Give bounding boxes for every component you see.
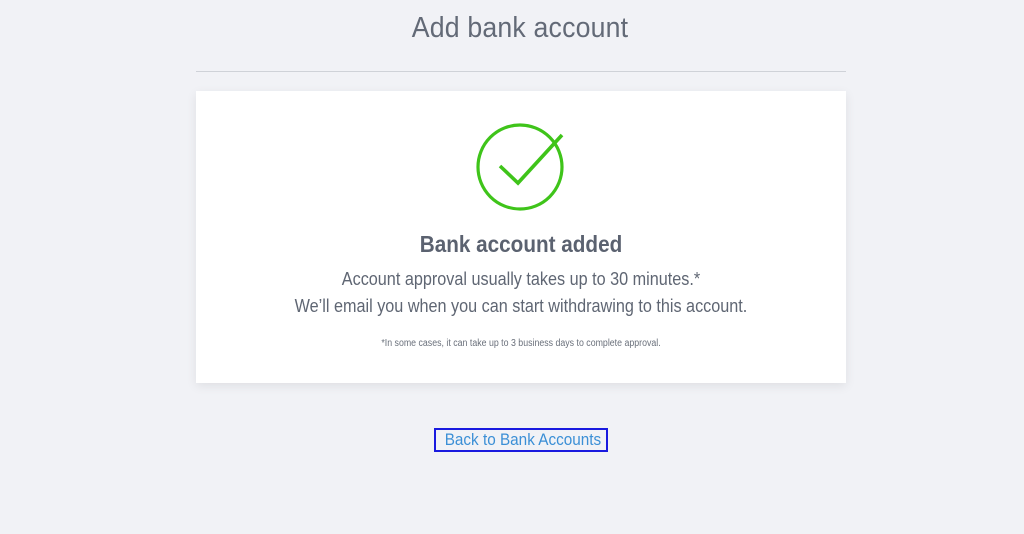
- back-link-label: Back to Bank Accounts: [444, 430, 602, 449]
- success-heading: Bank account added: [419, 231, 623, 257]
- page-title: Add bank account: [411, 12, 629, 44]
- email-notice-text: We’ll email you when you can start withd…: [294, 296, 748, 316]
- check-circle-icon: [476, 123, 564, 211]
- approval-time-text: Account approval usually takes up to 30 …: [341, 269, 701, 289]
- page: Add bank account Bank account added Acco…: [0, 0, 1024, 534]
- success-card: Bank account added Account approval usua…: [196, 91, 846, 383]
- approval-footnote: *In some cases, it can take up to 3 busi…: [381, 338, 661, 349]
- back-to-bank-accounts-link[interactable]: Back to Bank Accounts: [434, 428, 608, 452]
- title-divider: [196, 71, 846, 72]
